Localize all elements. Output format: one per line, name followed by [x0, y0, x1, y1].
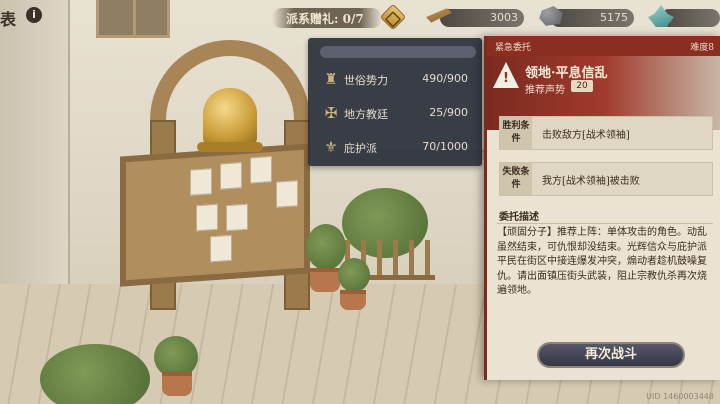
- urgent-commission-tag: 紧急委托: [495, 43, 532, 53]
- recommended-power-value: 20: [571, 80, 593, 92]
- defeat-condition: 失败条件 我方[战术领袖]被击败: [499, 162, 713, 196]
- description-text: 【顽固分子】推荐上阵：单体攻击的角色。动乱虽然结束，可仇恨却没结束。光辉信众与庇…: [497, 227, 707, 296]
- notice-paper: [196, 203, 218, 232]
- flower-pot: [162, 372, 192, 396]
- recommended-power-label: 推荐声势: [525, 85, 565, 96]
- flower-pot: [340, 290, 366, 310]
- info-icon[interactable]: i: [26, 7, 42, 23]
- secular-power-icon: ♜: [324, 70, 338, 88]
- faction-name: 庇护派: [344, 142, 377, 155]
- resource-stone-value: 5175: [600, 11, 628, 24]
- faction-row-protector[interactable]: ⚜ 庇护派 70/1000: [308, 134, 482, 162]
- faction-value: 70/1000: [422, 140, 468, 153]
- faction-row-church[interactable]: ✠ 地方教廷 25/900: [308, 100, 482, 128]
- faction-row-secular[interactable]: ♜ 世俗势力 490/900: [308, 66, 482, 94]
- commission-title: 领地·平息信乱: [525, 66, 608, 81]
- resource-wood-value: 3003: [490, 11, 518, 24]
- notice-paper: [190, 168, 212, 196]
- defeat-condition-label: 失败条件: [500, 163, 532, 195]
- potted-plant: [306, 224, 346, 270]
- faction-name: 世俗势力: [344, 74, 388, 87]
- potted-plant: [338, 258, 370, 292]
- commission-panel: 紧急委托 难度8 领地·平息信乱 推荐声势 20 胜利条件 击败敌方[战术领袖]…: [484, 36, 720, 380]
- notice-paper: [250, 156, 272, 184]
- difficulty-label: 难度8: [690, 43, 714, 53]
- notice-paper: [276, 180, 298, 208]
- victory-condition: 胜利条件 击败敌方[战术领袖]: [499, 116, 713, 150]
- bell: [197, 88, 263, 152]
- defeat-condition-text: 我方[战术领袖]被击败: [542, 176, 640, 187]
- protector-faction-icon: ⚜: [324, 138, 338, 156]
- faction-value: 490/900: [422, 72, 468, 85]
- faction-panel-header-bar: [320, 46, 476, 58]
- victory-condition-text: 击败敌方[战术领袖]: [542, 130, 630, 141]
- faction-value: 25/900: [429, 106, 468, 119]
- faction-gift-label: 派系赠礼: 0/7: [286, 12, 364, 26]
- notice-board[interactable]: [120, 143, 310, 287]
- notice-paper: [226, 203, 248, 232]
- notice-paper: [220, 162, 242, 190]
- retry-battle-button[interactable]: 再次战斗: [537, 342, 685, 368]
- notice-paper: [210, 234, 232, 263]
- description-title: 委托描述: [499, 212, 539, 223]
- building-window: [96, 0, 170, 38]
- page-title: 表: [0, 10, 17, 29]
- warning-emblem-icon: [493, 62, 519, 88]
- faction-standing-panel: ♜ 世俗势力 490/900 ✠ 地方教廷 25/900 ⚜ 庇护派 70/10…: [308, 38, 482, 166]
- faction-name: 地方教廷: [344, 108, 388, 121]
- flower-pot: [310, 268, 340, 292]
- user-id: UID 1460003448: [646, 392, 714, 401]
- local-church-icon: ✠: [324, 104, 338, 122]
- victory-condition-label: 胜利条件: [500, 117, 532, 149]
- commission-header: 紧急委托 难度8: [487, 36, 720, 56]
- description-divider: [497, 223, 713, 224]
